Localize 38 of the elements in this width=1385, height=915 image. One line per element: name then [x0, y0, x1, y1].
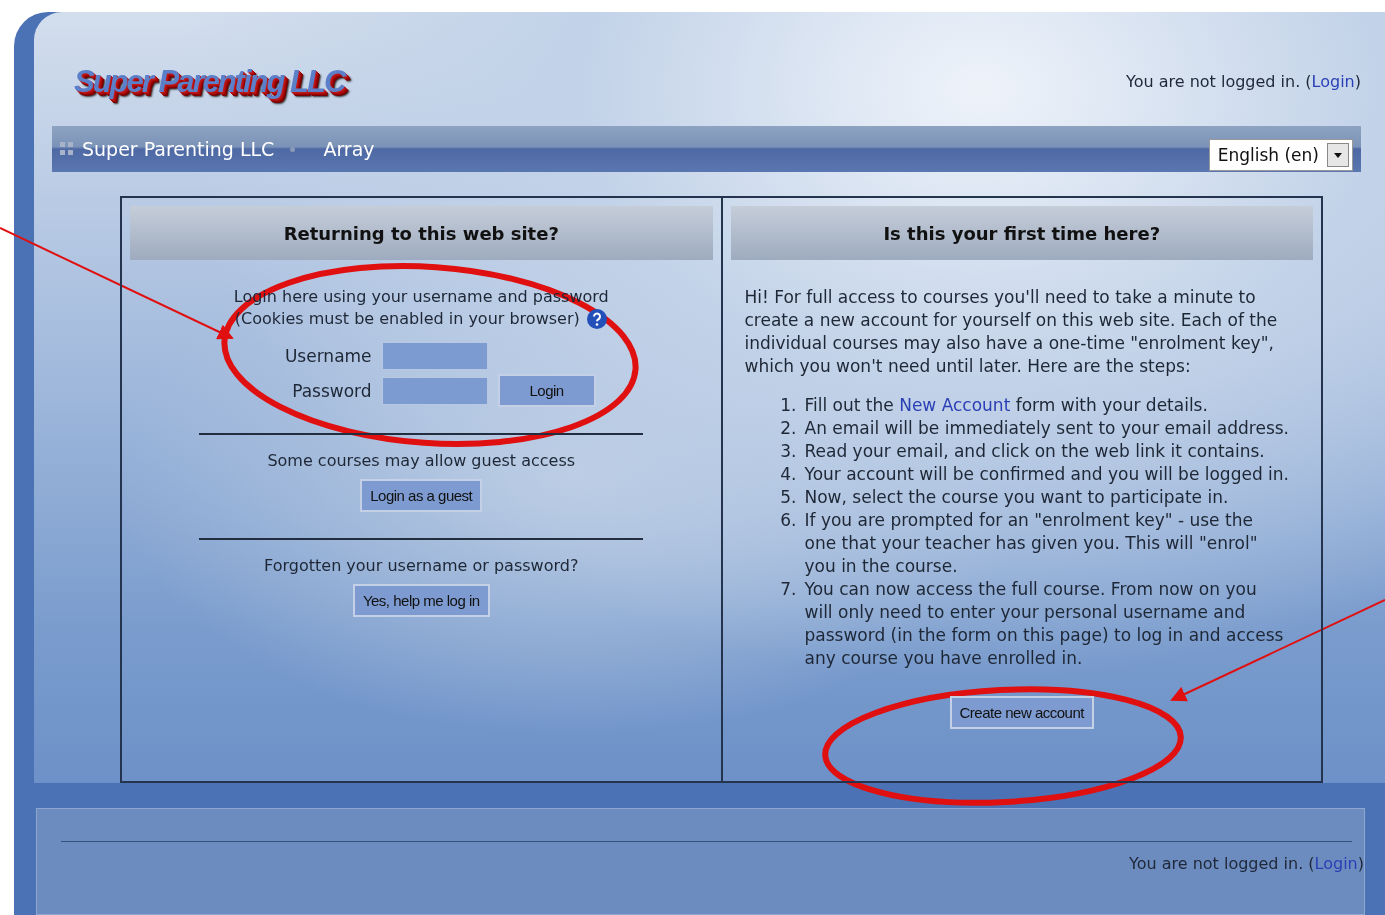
step-text: Now, select the course you want to participate in.: [804, 486, 1229, 510]
username-field[interactable]: [381, 342, 488, 371]
dropdown-caret-icon: [1327, 143, 1349, 168]
step-number: 2.: [779, 417, 798, 441]
step-text: An email will be immediately sent to your email address.: [804, 417, 1289, 441]
panel-heading: Is this your first time here?: [730, 206, 1313, 261]
password-help-button[interactable]: Yes, help me log in: [352, 584, 490, 618]
field-label: Username: [284, 346, 372, 367]
step-number: 1.: [779, 394, 798, 418]
step-number: 7.: [779, 578, 798, 602]
grip-icon: [60, 142, 74, 157]
signup-intro-text: Hi! For full access to courses you'll need to take a minute to create a new account for yourself on this web site. Each of the individual courses may also have a one-time "enrolment key", which you won't need until later. Here are the steps:: [744, 286, 1279, 379]
step-number: 3.: [779, 440, 798, 464]
forgot-password-text: Forgotten your username or password?: [264, 556, 579, 576]
step-text: If you are prompted for an "enrolment key" - use the one that your teacher has given you. This will "enrol" you in the course.: [804, 509, 1259, 579]
step-text: You can now access the full course. From now on you will only need to enter your personal username and password (in the form on this page) to log in and access any course you have enrolled in.: [804, 578, 1285, 671]
cookies-note: (Cookies must be enabled in your browser): [234, 308, 580, 331]
panel-heading: Returning to this web site?: [130, 206, 713, 261]
breadcrumb-link[interactable]: Array: [323, 138, 375, 161]
step-text: Fill out the New Account form with your details.: [804, 394, 1208, 418]
guest-access-text: Some courses may allow guest access: [267, 451, 576, 471]
login-link[interactable]: Login: [1311, 72, 1355, 91]
login-status-text: You are not logged in. (Login): [1129, 854, 1364, 873]
create-account-button[interactable]: Create new account: [949, 696, 1094, 730]
password-field[interactable]: [381, 376, 488, 405]
step-number: 4.: [779, 463, 798, 487]
language-select[interactable]: English (en): [1208, 139, 1353, 172]
new-account-link[interactable]: New Account: [899, 395, 1011, 416]
login-status-text: You are not logged in. (Login): [1126, 72, 1361, 91]
breadcrumb-link[interactable]: Super Parenting LLC: [82, 138, 275, 161]
step-text: Read your email, and click on the web link it contains.: [804, 440, 1265, 464]
field-label: Password: [291, 380, 372, 401]
step-text: Your account will be confirmed and you will be logged in.: [804, 463, 1289, 487]
step-number: 5.: [779, 486, 798, 510]
guest-login-button[interactable]: Login as a guest: [360, 479, 483, 513]
login-button[interactable]: Login: [497, 374, 596, 408]
step-number: 6.: [779, 509, 798, 533]
help-icon[interactable]: [585, 308, 608, 331]
